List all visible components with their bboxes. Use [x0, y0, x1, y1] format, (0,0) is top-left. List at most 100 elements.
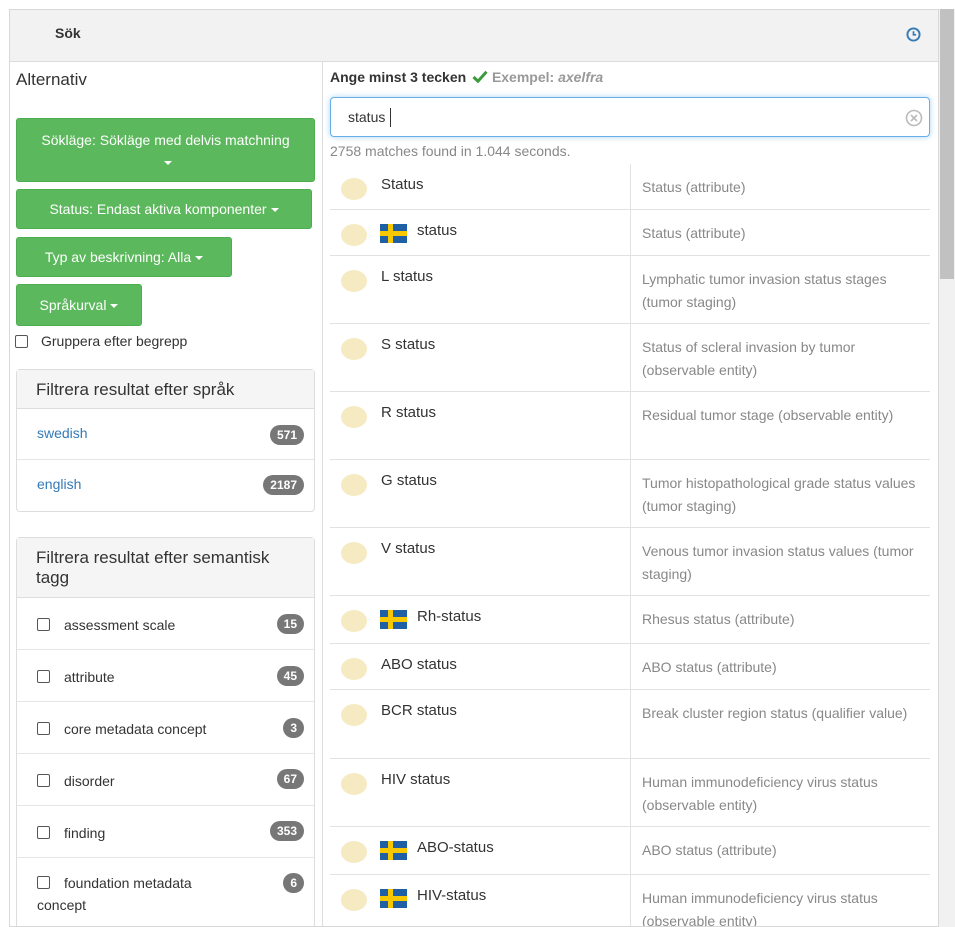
- search-panel: Sök Alternativ Sökläge: Sökläge med delv…: [9, 9, 939, 927]
- status-label: Status: Endast aktiva komponenter: [49, 201, 267, 217]
- list-item[interactable]: attribute 45: [17, 650, 314, 702]
- list-item[interactable]: english 2187: [17, 460, 314, 511]
- clock-icon[interactable]: [906, 27, 921, 42]
- count-badge: 45: [276, 666, 304, 686]
- language-link[interactable]: english: [37, 476, 81, 492]
- chevron-down-icon: [163, 161, 172, 166]
- count-badge: 6: [283, 873, 304, 893]
- match-count: 2758 matches found in 1.044 seconds.: [330, 143, 571, 159]
- clear-icon[interactable]: [905, 109, 923, 127]
- term-label[interactable]: R status: [381, 404, 436, 421]
- status-dot-icon: [341, 889, 367, 911]
- semantic-tag-checkbox[interactable]: [37, 774, 50, 787]
- status-button[interactable]: Status: Endast aktiva komponenter: [16, 189, 312, 229]
- list-item[interactable]: core metadata concept 3: [17, 702, 314, 754]
- semantic-tag-option[interactable]: disorder: [37, 770, 115, 792]
- chevron-down-icon: [110, 304, 119, 309]
- panel-header: Sök: [10, 10, 938, 62]
- term-cell: HIV status: [330, 759, 631, 826]
- status-dot-icon: [341, 610, 367, 632]
- description-type-button[interactable]: Typ av beskrivning: Alla: [16, 237, 232, 277]
- table-row[interactable]: Status Status (attribute): [330, 164, 930, 210]
- term-label[interactable]: Rh-status: [417, 608, 481, 625]
- table-row[interactable]: HIV status Human immunodeficiency virus s…: [330, 759, 930, 827]
- semantic-tag-checkbox[interactable]: [37, 722, 50, 735]
- term-label[interactable]: L status: [381, 268, 433, 285]
- swedish-flag-icon: [380, 610, 407, 629]
- list-item[interactable]: swedish 571: [17, 409, 314, 460]
- term-cell: S status: [330, 324, 631, 391]
- term-label[interactable]: Status: [381, 176, 424, 193]
- list-item[interactable]: disorder 67: [17, 754, 314, 806]
- status-dot-icon: [341, 406, 367, 428]
- table-row[interactable]: ABO status ABO status (attribute): [330, 644, 930, 690]
- scrollbar-thumb[interactable]: [940, 9, 954, 279]
- hint-text: Ange minst 3 tecken: [330, 69, 467, 85]
- semantic-tag-option[interactable]: finding: [37, 822, 105, 844]
- table-row[interactable]: BCR status Break cluster region status (q…: [330, 690, 930, 759]
- table-row[interactable]: R status Residual tumor stage (observable…: [330, 392, 930, 460]
- semantic-filter: Filtrera resultat efter semantisk tagg a…: [16, 537, 315, 926]
- term-label[interactable]: BCR status: [381, 702, 457, 719]
- term-label[interactable]: status: [417, 222, 457, 239]
- scrollbar[interactable]: [939, 9, 955, 927]
- table-row[interactable]: L status Lymphatic tumor invasion status …: [330, 256, 930, 324]
- table-row[interactable]: S status Status of scleral invasion by tu…: [330, 324, 930, 392]
- term-label[interactable]: ABO status: [381, 656, 457, 673]
- description-label: Tumor histopathological grade status val…: [642, 475, 916, 514]
- search-mode-label: Sökläge: Sökläge med delvis matchning: [41, 132, 290, 148]
- description-label: Status (attribute): [642, 225, 746, 241]
- term-label[interactable]: HIV-status: [417, 887, 486, 904]
- semantic-tag-checkbox[interactable]: [37, 670, 50, 683]
- term-cell: BCR status: [330, 690, 631, 758]
- options-sidebar: Alternativ Sökläge: Sökläge med delvis m…: [10, 62, 323, 926]
- language-select-button[interactable]: Språkurval: [16, 284, 142, 326]
- semantic-tag-label: finding: [64, 825, 106, 841]
- table-row[interactable]: HIV-status Human immunodeficiency virus s…: [330, 875, 930, 926]
- table-row[interactable]: Rh-status Rhesus status (attribute): [330, 596, 930, 644]
- table-row[interactable]: status Status (attribute): [330, 210, 930, 256]
- count-badge: 67: [276, 769, 304, 789]
- term-label[interactable]: HIV status: [381, 771, 450, 788]
- semantic-tag-label: disorder: [64, 773, 115, 789]
- table-row[interactable]: V status Venous tumor invasion status val…: [330, 528, 930, 596]
- example-label: Exempel:: [491, 69, 555, 85]
- group-by-concept[interactable]: Gruppera efter begrepp: [15, 333, 187, 349]
- semantic-tag-option[interactable]: attribute: [37, 666, 115, 688]
- checkmark-icon: [472, 70, 488, 84]
- term-label[interactable]: ABO-status: [417, 839, 494, 856]
- search-input[interactable]: status: [330, 97, 930, 137]
- group-by-concept-checkbox[interactable]: [15, 334, 28, 348]
- example-value: axelfra: [558, 69, 604, 85]
- semantic-tag-option[interactable]: assessment scale: [37, 614, 175, 636]
- description-label: Rhesus status (attribute): [642, 611, 795, 627]
- list-item[interactable]: finding 353: [17, 806, 314, 858]
- semantic-tag-option[interactable]: foundation metadata concept: [37, 872, 237, 916]
- semantic-tag-checkbox[interactable]: [37, 876, 50, 889]
- semantic-tag-checkbox[interactable]: [37, 618, 50, 631]
- list-item[interactable]: foundation metadata concept 6: [17, 858, 314, 926]
- description-label: ABO status (attribute): [642, 659, 777, 675]
- term-cell: L status: [330, 256, 631, 323]
- term-cell: G status: [330, 460, 631, 527]
- semantic-tag-checkbox[interactable]: [37, 826, 50, 839]
- semantic-tag-label: foundation metadata concept: [37, 875, 192, 913]
- term-label[interactable]: G status: [381, 472, 437, 489]
- chevron-down-icon: [195, 256, 204, 261]
- page-title: Sök: [55, 25, 81, 41]
- table-row[interactable]: ABO-status ABO status (attribute): [330, 827, 930, 875]
- list-item[interactable]: assessment scale 15: [17, 598, 314, 650]
- group-by-concept-label: Gruppera efter begrepp: [41, 333, 188, 349]
- table-row[interactable]: G status Tumor histopathological grade st…: [330, 460, 930, 528]
- semantic-tag-option[interactable]: core metadata concept: [37, 718, 206, 740]
- status-dot-icon: [341, 270, 367, 292]
- description-label: Status of scleral invasion by tumor (obs…: [642, 339, 856, 378]
- language-link[interactable]: swedish: [37, 425, 88, 441]
- description-label: Residual tumor stage (observable entity): [642, 407, 894, 423]
- term-label[interactable]: V status: [381, 540, 435, 557]
- count-badge: 353: [269, 821, 304, 841]
- term-label[interactable]: S status: [381, 336, 435, 353]
- semantic-tag-label: attribute: [64, 669, 115, 685]
- language-filter: Filtrera resultat efter språk swedish 57…: [16, 369, 315, 512]
- search-mode-button[interactable]: Sökläge: Sökläge med delvis matchning: [16, 118, 315, 182]
